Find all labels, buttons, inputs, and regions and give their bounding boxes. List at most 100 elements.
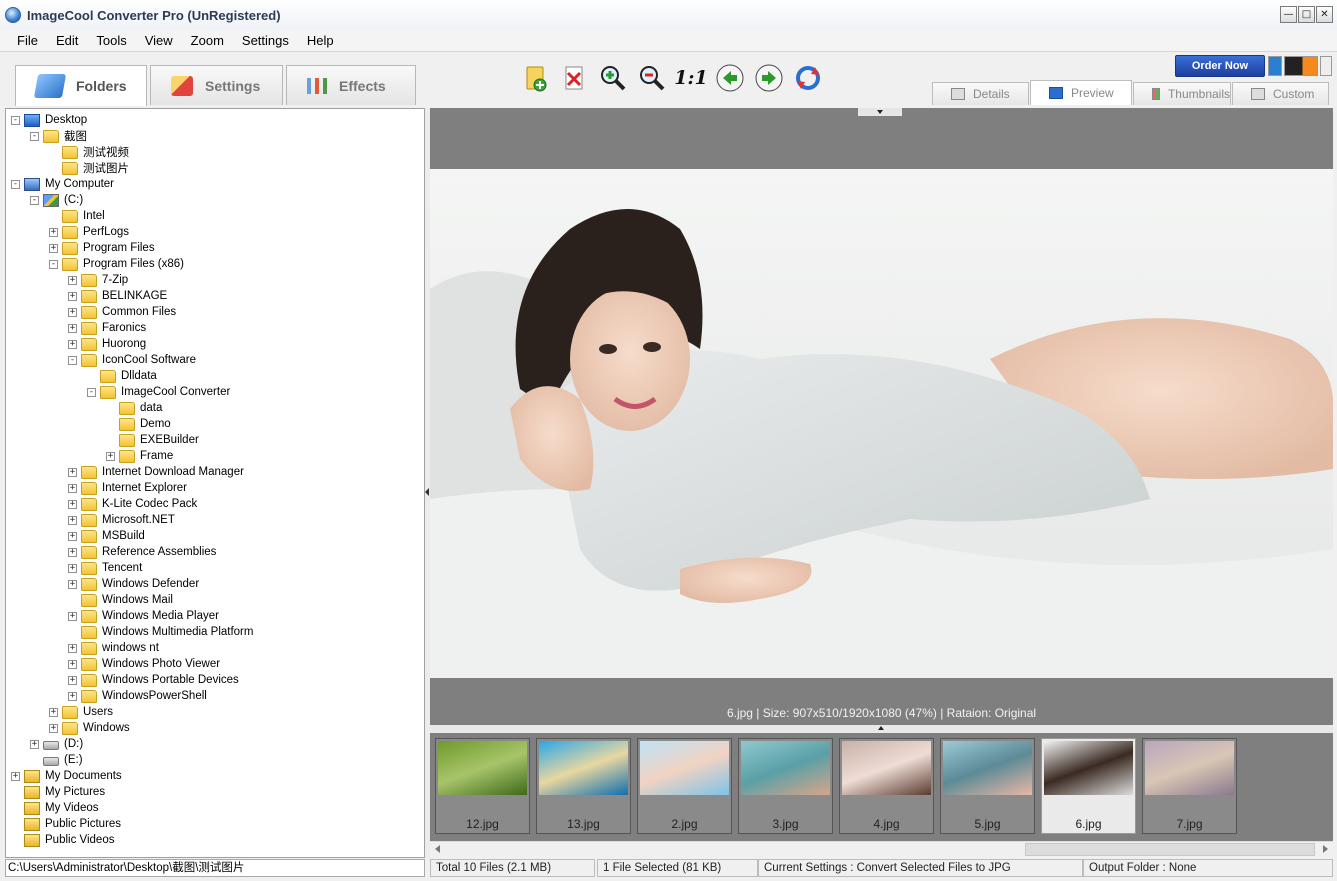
tree-item[interactable]: + Windows bbox=[49, 720, 131, 736]
expand-icon[interactable]: + bbox=[30, 739, 39, 749]
expand-icon[interactable]: + bbox=[68, 467, 77, 477]
tree-item[interactable]: Intel bbox=[49, 208, 106, 224]
tree-item[interactable]: - My Computer bbox=[11, 176, 115, 192]
thumbnail-scrollbar[interactable] bbox=[430, 841, 1333, 857]
tree-item[interactable]: + windows nt bbox=[68, 640, 160, 656]
expand-icon[interactable]: + bbox=[68, 323, 77, 333]
expand-icon[interactable]: + bbox=[68, 659, 77, 669]
tree-item[interactable]: Public Videos bbox=[11, 832, 115, 848]
expand-icon[interactable]: + bbox=[68, 499, 77, 509]
tree-item[interactable]: +7-Zip bbox=[68, 272, 129, 288]
tree-item[interactable]: - 截图 bbox=[30, 128, 88, 144]
folder-tree[interactable]: - Desktop - 截图 测试视频 测试图片 - My Computer - (C:) Inte… bbox=[5, 108, 425, 858]
tree-item[interactable]: - ImageCool Converter bbox=[87, 384, 231, 400]
tree-item[interactable]: - Desktop bbox=[11, 112, 88, 128]
tree-item[interactable]: Public Pictures bbox=[11, 816, 122, 832]
expand-icon[interactable]: + bbox=[68, 515, 77, 525]
tree-item[interactable]: Dlldata bbox=[87, 368, 158, 384]
rotate-button[interactable] bbox=[792, 62, 824, 94]
collapse-icon[interactable]: - bbox=[68, 355, 77, 365]
collapse-icon[interactable]: - bbox=[11, 115, 20, 125]
thumbnail[interactable]: 3.jpg bbox=[738, 738, 833, 834]
thumbnail[interactable]: 12.jpg bbox=[435, 738, 530, 834]
preview-top-handle[interactable] bbox=[858, 108, 902, 116]
menu-tools[interactable]: Tools bbox=[87, 33, 135, 48]
tab-custom[interactable]: Custom bbox=[1232, 82, 1329, 105]
tree-item[interactable]: + Windows Portable Devices bbox=[68, 672, 240, 688]
expand-icon[interactable]: + bbox=[68, 547, 77, 557]
expand-icon[interactable]: + bbox=[68, 531, 77, 541]
tree-item[interactable]: - Program Files (x86) bbox=[49, 256, 185, 272]
expand-icon[interactable]: + bbox=[68, 275, 77, 285]
scroll-right-icon[interactable] bbox=[1323, 845, 1328, 853]
tree-item[interactable]: + WindowsPowerShell bbox=[68, 688, 208, 704]
tree-item[interactable]: + My Documents bbox=[11, 768, 123, 784]
tab-thumbnails[interactable]: Thumbnails bbox=[1133, 82, 1231, 105]
thumbnail[interactable]: 6.jpg bbox=[1041, 738, 1136, 834]
thumbnail[interactable]: 5.jpg bbox=[940, 738, 1035, 834]
thumbnail[interactable]: 13.jpg bbox=[536, 738, 631, 834]
tree-item[interactable]: EXEBuilder bbox=[106, 432, 200, 448]
tree-item[interactable]: data bbox=[106, 400, 163, 416]
menu-file[interactable]: File bbox=[8, 33, 47, 48]
tree-item[interactable]: + Windows Media Player bbox=[68, 608, 220, 624]
tab-folders[interactable]: Folders bbox=[15, 65, 147, 106]
expand-icon[interactable]: + bbox=[68, 691, 77, 701]
tree-item[interactable]: 测试视频 bbox=[49, 144, 130, 160]
collapse-icon[interactable]: - bbox=[30, 195, 39, 205]
tree-item[interactable]: Demo bbox=[106, 416, 172, 432]
tab-details[interactable]: Details bbox=[932, 82, 1029, 105]
tree-item[interactable]: My Videos bbox=[11, 800, 99, 816]
maximize-button[interactable]: □ bbox=[1298, 6, 1315, 23]
tree-item[interactable]: - (C:) bbox=[30, 192, 84, 208]
expand-icon[interactable]: + bbox=[68, 483, 77, 493]
menu-edit[interactable]: Edit bbox=[47, 33, 87, 48]
collapse-icon[interactable]: - bbox=[30, 131, 39, 141]
expand-icon[interactable]: + bbox=[68, 291, 77, 301]
tree-item[interactable]: 测试图片 bbox=[49, 160, 130, 176]
tab-preview[interactable]: Preview bbox=[1030, 80, 1132, 105]
tree-item[interactable]: + Common Files bbox=[68, 304, 177, 320]
expand-icon[interactable]: + bbox=[68, 563, 77, 573]
tree-item[interactable]: + (D:) bbox=[30, 736, 84, 752]
expand-icon[interactable]: + bbox=[49, 227, 58, 237]
collapse-icon[interactable]: - bbox=[11, 179, 20, 189]
tab-settings[interactable]: Settings bbox=[150, 65, 283, 105]
tree-item[interactable]: - IconCool Software bbox=[68, 352, 197, 368]
expand-icon[interactable]: + bbox=[49, 243, 58, 253]
tree-item[interactable]: + Tencent bbox=[68, 560, 143, 576]
thumbnail[interactable]: 7.jpg bbox=[1142, 738, 1237, 834]
expand-icon[interactable]: + bbox=[49, 723, 58, 733]
tree-item[interactable]: Windows Mail bbox=[68, 592, 174, 608]
expand-icon[interactable]: + bbox=[68, 339, 77, 349]
tab-effects[interactable]: Effects bbox=[286, 65, 416, 105]
expand-icon[interactable]: + bbox=[11, 771, 20, 781]
collapse-icon[interactable]: - bbox=[87, 387, 96, 397]
tree-item[interactable]: + Program Files bbox=[49, 240, 156, 256]
next-button[interactable] bbox=[753, 62, 785, 94]
zoom-in-button[interactable] bbox=[597, 62, 629, 94]
actual-size-button[interactable]: 1:1 bbox=[674, 62, 707, 94]
menu-view[interactable]: View bbox=[136, 33, 182, 48]
tree-item[interactable]: + Faronics bbox=[68, 320, 147, 336]
tree-item[interactable]: Windows Multimedia Platform bbox=[68, 624, 254, 640]
tree-item[interactable]: + Internet Download Manager bbox=[68, 464, 245, 480]
expand-icon[interactable]: + bbox=[49, 707, 58, 717]
expand-icon[interactable]: + bbox=[68, 579, 77, 589]
tree-item[interactable]: + MSBuild bbox=[68, 528, 146, 544]
tree-item[interactable]: + Windows Defender bbox=[68, 576, 200, 592]
thumbnail[interactable]: 4.jpg bbox=[839, 738, 934, 834]
expand-icon[interactable]: + bbox=[68, 611, 77, 621]
menu-settings[interactable]: Settings bbox=[233, 33, 298, 48]
zoom-out-button[interactable] bbox=[636, 62, 668, 94]
previous-button[interactable] bbox=[714, 62, 746, 94]
remove-file-button[interactable] bbox=[558, 62, 590, 94]
tree-item[interactable]: + Windows Photo Viewer bbox=[68, 656, 221, 672]
expand-icon[interactable]: + bbox=[68, 307, 77, 317]
tree-item[interactable]: + Microsoft.NET bbox=[68, 512, 176, 528]
tree-item[interactable]: + BELINKAGE bbox=[68, 288, 168, 304]
tree-item[interactable]: + K-Lite Codec Pack bbox=[68, 496, 198, 512]
tree-item[interactable]: + Internet Explorer bbox=[68, 480, 188, 496]
expand-icon[interactable]: + bbox=[68, 675, 77, 685]
tree-item[interactable]: + Frame bbox=[106, 448, 174, 464]
